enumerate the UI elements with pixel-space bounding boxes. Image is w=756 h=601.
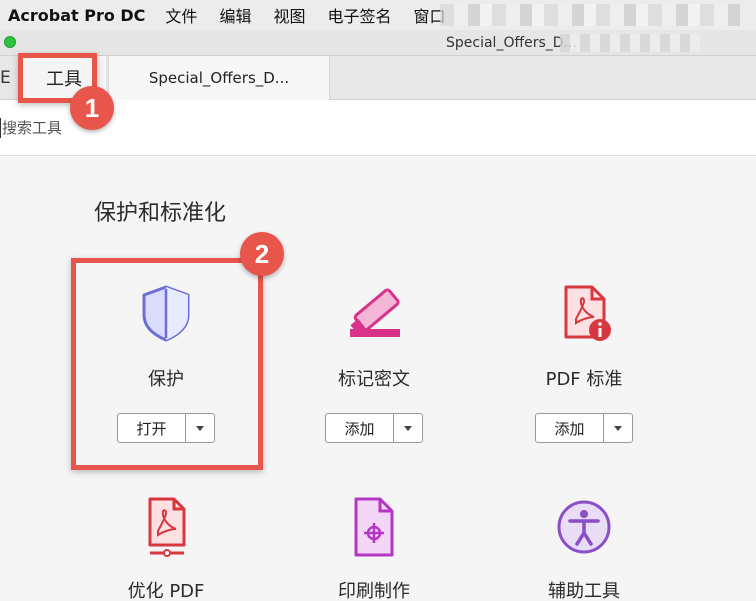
- blurred-title-region: [560, 34, 700, 52]
- tool-print-production: 印刷制作: [274, 497, 474, 601]
- window-zoom-button[interactable]: [4, 36, 16, 48]
- chevron-down-icon: [404, 425, 412, 431]
- window-title: Special_Offers_D...: [446, 35, 577, 51]
- optimize-pdf-icon[interactable]: [136, 497, 196, 557]
- annotation-box-protect-tool: [71, 258, 263, 470]
- tool-optimize-pdf-label: 优化 PDF: [127, 581, 205, 601]
- tool-optimize-pdf: 优化 PDF: [66, 497, 266, 601]
- pdf-standards-dropdown-button[interactable]: [604, 414, 632, 442]
- chevron-down-icon: [614, 425, 622, 431]
- tool-redact-label: 标记密文: [338, 369, 410, 390]
- redact-marker-icon[interactable]: [344, 283, 404, 343]
- pdf-standards-add-button[interactable]: 添加: [536, 414, 604, 442]
- tool-redact: 标记密文 添加: [274, 283, 474, 443]
- tab-home[interactable]: E: [0, 68, 11, 88]
- annotation-badge-2: 2: [240, 232, 284, 276]
- menu-view[interactable]: 视图: [273, 3, 305, 27]
- redact-dropdown-button[interactable]: [394, 414, 422, 442]
- menu-esign[interactable]: 电子签名: [327, 3, 391, 27]
- menu-file[interactable]: 文件: [165, 3, 197, 27]
- tool-accessibility: 辅助工具: [484, 497, 684, 601]
- tab-document-label: Special_Offers_D...: [148, 69, 290, 87]
- annotation-badge-1: 1: [70, 86, 114, 130]
- redact-add-button[interactable]: 添加: [326, 414, 394, 442]
- tab-bar: E 工具 Special_Offers_D...: [0, 56, 756, 100]
- app-menu[interactable]: Acrobat Pro DC: [0, 6, 145, 25]
- redact-split-button: 添加: [325, 413, 423, 443]
- window-title-bar: Special_Offers_D...: [0, 30, 756, 56]
- tool-pdf-standards: PDF 标准 添加: [484, 283, 684, 443]
- menu-bar: Acrobat Pro DC 文件 编辑 视图 电子签名 窗口: [0, 0, 756, 30]
- accessibility-icon[interactable]: [554, 497, 614, 557]
- print-production-icon[interactable]: [344, 497, 404, 557]
- tab-document[interactable]: Special_Offers_D...: [108, 56, 330, 100]
- search-tools-input[interactable]: [0, 114, 240, 142]
- tool-pdf-standards-label: PDF 标准: [545, 369, 623, 390]
- tool-accessibility-label: 辅助工具: [548, 581, 620, 601]
- tool-print-production-label: 印刷制作: [338, 581, 410, 601]
- menu-edit[interactable]: 编辑: [219, 3, 251, 27]
- pdf-standards-split-button: 添加: [535, 413, 633, 443]
- pdf-standard-icon[interactable]: [554, 283, 614, 343]
- blurred-region: [440, 4, 740, 26]
- section-title: 保护和标准化: [94, 201, 227, 226]
